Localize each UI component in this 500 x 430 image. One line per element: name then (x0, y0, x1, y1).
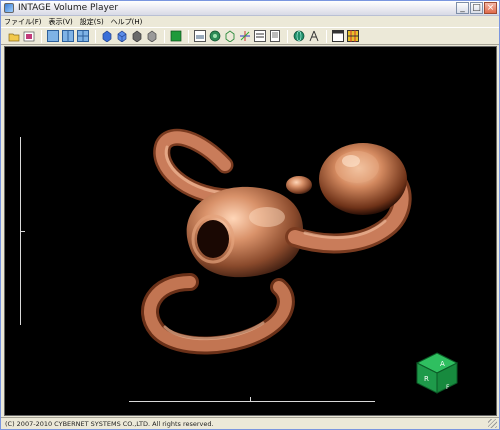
horizontal-scale-tick (250, 397, 251, 401)
color-grid-button[interactable] (346, 30, 359, 43)
globe-icon (293, 30, 304, 42)
mpr-button[interactable] (193, 30, 206, 43)
view-cube-shaded-button[interactable] (145, 30, 158, 43)
text-icon (253, 30, 266, 42)
layout-two-pane-button[interactable] (61, 30, 74, 43)
menu-view[interactable]: 表示(V) (49, 17, 73, 27)
measure-button[interactable] (307, 30, 320, 43)
menu-settings[interactable]: 設定(S) (80, 17, 104, 27)
green-square-icon (170, 30, 181, 42)
window-icon (331, 30, 344, 42)
toolbar-separator (188, 29, 189, 43)
resize-grip[interactable] (488, 419, 497, 428)
document-button[interactable] (268, 30, 281, 43)
copyright-text: (C) 2007-2010 CYBERNET SYSTEMS CO.,LTD. … (5, 419, 214, 428)
window-title: INTAGE Volume Player (18, 3, 119, 13)
layout-four-pane-icon (76, 30, 89, 42)
menu-bar: ファイル(F) 表示(V) 設定(S) ヘルプ(H) (1, 16, 499, 27)
orientation-label-anterior: A (440, 360, 445, 368)
render-mode-icon (209, 30, 220, 42)
axes-icon (239, 31, 250, 41)
layout-two-pane-icon (61, 30, 74, 42)
cube-solid-icon (102, 30, 111, 42)
window-controls: _ □ × (456, 2, 497, 14)
orientation-label-right: R (424, 375, 429, 383)
render-mode-button[interactable] (208, 30, 221, 43)
status-bar: (C) 2007-2010 CYBERNET SYSTEMS CO.,LTD. … (1, 417, 499, 429)
cube-shaded-icon (147, 30, 156, 42)
open-folder-icon (8, 33, 19, 41)
render-viewport[interactable]: A R F (4, 46, 497, 416)
toolbar-separator (95, 29, 96, 43)
layout-single-button[interactable] (46, 30, 59, 43)
maximize-button[interactable]: □ (470, 2, 483, 14)
cube-gray-icon (132, 30, 141, 42)
orientation-cube[interactable]: A R F (413, 351, 461, 395)
annotation-button[interactable] (253, 30, 266, 43)
axes-button[interactable] (238, 30, 251, 43)
menu-file[interactable]: ファイル(F) (4, 17, 42, 27)
toolbar-separator (287, 29, 288, 43)
app-icon (4, 3, 14, 13)
grid-color-icon (346, 30, 359, 42)
green-mode-button[interactable] (169, 30, 182, 43)
document-icon (269, 30, 280, 42)
menu-help[interactable]: ヘルプ(H) (111, 17, 143, 27)
measure-icon (309, 30, 318, 42)
minimize-button[interactable]: _ (456, 2, 469, 14)
layout-four-pane-button[interactable] (76, 30, 89, 43)
open-button[interactable] (7, 30, 20, 43)
cube-blue-icon (117, 30, 126, 42)
toolbar-separator (41, 29, 42, 43)
title-bar[interactable]: INTAGE Volume Player _ □ × (1, 1, 499, 16)
toolbar-separator (326, 29, 327, 43)
orientation-label-foot: F (446, 384, 450, 391)
window-button[interactable] (331, 30, 344, 43)
toolbar (1, 27, 499, 45)
image-button[interactable] (22, 30, 35, 43)
wireframe-button[interactable] (223, 30, 236, 43)
view-cube-blue-button[interactable] (115, 30, 128, 43)
wireframe-icon (225, 30, 234, 42)
image-icon (23, 31, 34, 41)
toolbar-separator (164, 29, 165, 43)
horizontal-scale-bar (129, 401, 375, 402)
app-window: INTAGE Volume Player _ □ × ファイル(F) 表示(V)… (0, 0, 500, 430)
vertical-scale-tick (20, 231, 25, 232)
layout-single-icon (46, 30, 59, 42)
globe-button[interactable] (292, 30, 305, 43)
view-cube-gray-button[interactable] (130, 30, 143, 43)
mpr-icon (193, 30, 206, 42)
view-cube-solid-button[interactable] (100, 30, 113, 43)
close-button[interactable]: × (484, 2, 497, 14)
